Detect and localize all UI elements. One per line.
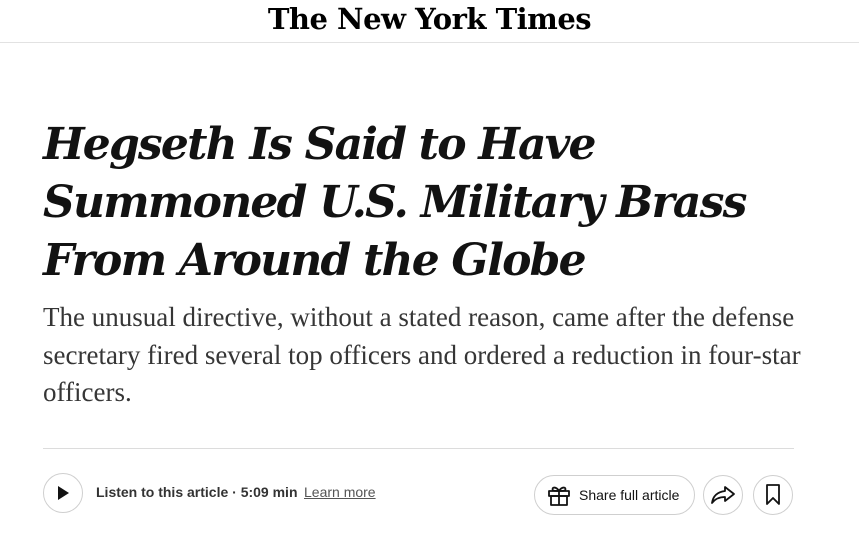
listen-label: Listen to this article · 5:09 min bbox=[96, 484, 298, 500]
article-summary: The unusual directive, without a stated … bbox=[43, 302, 801, 407]
bookmark-icon bbox=[765, 484, 781, 506]
forward-arrow-icon bbox=[710, 485, 736, 505]
nyt-logo[interactable]: The New York Times bbox=[0, 0, 859, 38]
article-page: The New York Times Hegseth Is Said to Ha… bbox=[0, 0, 859, 534]
article-headline: Hegseth Is Said to Have Summoned U.S. Mi… bbox=[43, 119, 747, 286]
divider bbox=[43, 448, 794, 449]
play-icon bbox=[56, 485, 70, 501]
share-label: Share full article bbox=[579, 487, 680, 503]
play-audio-button[interactable] bbox=[43, 473, 83, 513]
save-article-button[interactable] bbox=[753, 475, 793, 515]
share-article-button[interactable]: Share full article bbox=[534, 475, 695, 515]
learn-more-link[interactable]: Learn more bbox=[304, 484, 376, 500]
masthead: The New York Times bbox=[0, 0, 859, 43]
gift-icon bbox=[547, 484, 571, 506]
forward-share-button[interactable] bbox=[703, 475, 743, 515]
